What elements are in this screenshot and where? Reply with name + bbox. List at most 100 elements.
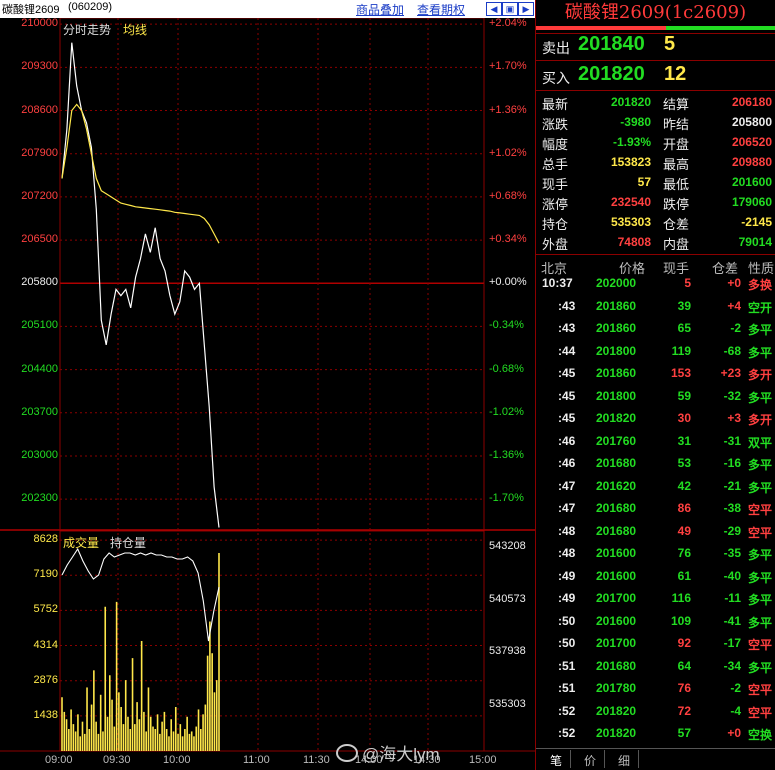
time-tick-label: 11:30 xyxy=(303,754,330,766)
oi-tick-label: 537938 xyxy=(489,645,526,658)
tick-row[interactable]: 10:37 202000 5 +0 多换 xyxy=(536,276,775,298)
tick-price: 201600 xyxy=(596,546,637,560)
tick-row[interactable]: :50 201700 92 -17 空平 xyxy=(536,636,775,658)
tick-nature: 空平 xyxy=(748,638,773,652)
price-panel-frame xyxy=(59,18,485,531)
oi-tick-label: 535303 xyxy=(489,697,526,710)
tick-row[interactable]: :43 201860 65 -2 多平 xyxy=(536,321,775,343)
tick-row[interactable]: :49 201700 116 -11 多平 xyxy=(536,591,775,613)
tick-row[interactable]: :45 201800 59 -32 多平 xyxy=(536,389,775,411)
tick-volume: 92 xyxy=(677,636,691,650)
percent-tick-label: -1.36% xyxy=(489,448,524,461)
tick-time: :50 xyxy=(558,613,576,628)
quote-label: 外盘 xyxy=(542,237,569,252)
bid-label: 买入 xyxy=(542,70,570,86)
tick-time: :49 xyxy=(558,568,576,583)
volume-tick-label: 7190 xyxy=(33,568,58,581)
tick-nature: 多平 xyxy=(748,548,773,562)
arrow-right-icon[interactable]: ▶ xyxy=(518,2,534,16)
arrow-left-icon[interactable]: ◀ xyxy=(486,2,502,16)
quote-label: 现手 xyxy=(542,177,569,192)
tick-row[interactable]: :48 201680 49 -29 空平 xyxy=(536,524,775,546)
tick-oi-diff: -68 xyxy=(723,343,741,358)
tick-nature: 多开 xyxy=(748,413,773,427)
percent-tick-label: +0.00% xyxy=(489,276,527,289)
tick-nature: 多平 xyxy=(748,345,773,360)
tick-oi-diff: -41 xyxy=(723,613,741,628)
price-tick-label: 205800 xyxy=(21,276,58,289)
quote-panel: 碳酸锂2609(1c2609) 卖出 201840 5 买入 201820 12… xyxy=(536,0,775,770)
tick-row[interactable]: :49 201600 61 -40 多平 xyxy=(536,569,775,591)
tab-prices[interactable]: 价 xyxy=(584,752,596,769)
instrument-code: (060209) xyxy=(68,1,113,13)
tick-oi-diff: +0 xyxy=(727,726,741,740)
quote-value: 153823 xyxy=(610,155,651,169)
quote-value: -2145 xyxy=(741,215,772,229)
quote-label: 总手 xyxy=(542,157,569,172)
tab-trades[interactable]: 笔 xyxy=(550,752,562,769)
th-oi-diff: 仓差 xyxy=(712,261,739,276)
tick-time: :51 xyxy=(558,658,576,673)
tick-nature: 空换 xyxy=(748,728,773,742)
tick-row[interactable]: :46 201680 53 -16 多平 xyxy=(536,456,775,478)
tick-price: 201760 xyxy=(596,433,637,448)
tick-volume: 116 xyxy=(671,591,691,605)
tick-price: 201860 xyxy=(596,298,637,313)
price-tick-label: 208600 xyxy=(21,103,58,116)
tick-row[interactable]: :43 201860 39 +4 空开 xyxy=(536,299,775,321)
oi-tick-label: 540573 xyxy=(489,592,526,605)
tick-price: 201820 xyxy=(596,726,637,740)
percent-tick-label: +0.34% xyxy=(489,233,527,246)
quote-label: 跌停 xyxy=(663,197,690,212)
expand-icon[interactable]: ▣ xyxy=(502,2,518,16)
chart-label-price: 分时走势 xyxy=(63,23,112,37)
quote-label: 持仓 xyxy=(542,217,569,232)
tick-volume: 5 xyxy=(684,276,691,290)
tick-price: 201620 xyxy=(596,478,637,493)
quote-value: 206180 xyxy=(731,95,772,109)
tick-volume: 53 xyxy=(677,456,691,470)
quote-label: 仓差 xyxy=(663,217,690,232)
price-tick-label: 206500 xyxy=(21,233,58,246)
percent-tick-label: +1.70% xyxy=(489,60,527,73)
quote-value: 209880 xyxy=(731,155,772,169)
tab-detail[interactable]: 细 xyxy=(618,752,630,769)
tick-row[interactable]: :45 201860 153 +23 多开 xyxy=(536,366,775,388)
time-tick-label: 15:00 xyxy=(469,754,497,766)
overlay-link[interactable]: 商品叠加 xyxy=(356,1,404,18)
price-tick-label: 209300 xyxy=(21,60,58,73)
tick-row[interactable]: :52 201820 72 -4 空平 xyxy=(536,704,775,726)
price-tick-label: 204400 xyxy=(21,362,58,375)
history-link[interactable]: 查看期权 xyxy=(417,1,465,18)
tick-row[interactable]: :44 201800 119 -68 多平 xyxy=(536,344,775,366)
tick-time: 10:37 xyxy=(542,276,573,290)
tick-volume: 30 xyxy=(677,411,691,425)
percent-tick-label: +1.36% xyxy=(489,103,527,116)
tick-nature: 多平 xyxy=(748,480,773,495)
tick-nature: 多平 xyxy=(748,660,773,675)
th-time: 北京 xyxy=(541,261,568,276)
bid-price: 201820 xyxy=(578,63,645,85)
tick-row[interactable]: :51 201680 64 -34 多平 xyxy=(536,659,775,681)
tick-row[interactable]: :47 201680 86 -38 空平 xyxy=(536,501,775,523)
tick-oi-diff: -31 xyxy=(723,433,741,448)
quote-value: 74808 xyxy=(617,235,651,249)
time-tick-label: 10:00 xyxy=(163,754,191,766)
tick-volume: 39 xyxy=(677,298,691,313)
price-line xyxy=(61,42,220,528)
watermark-text: @海大lym xyxy=(362,745,440,764)
tick-volume: 59 xyxy=(677,388,691,403)
tick-row[interactable]: :47 201620 42 -21 多平 xyxy=(536,479,775,501)
tick-nature: 多平 xyxy=(748,593,773,607)
tick-row[interactable]: :48 201600 76 -35 多平 xyxy=(536,546,775,568)
quote-value: 201600 xyxy=(731,175,772,189)
tick-row[interactable]: :45 201820 30 +3 多开 xyxy=(536,411,775,433)
tick-row[interactable]: :52 201820 57 +0 空换 xyxy=(536,726,775,748)
tick-price: 201820 xyxy=(596,411,637,425)
tick-row[interactable]: :46 201760 31 -31 双平 xyxy=(536,434,775,456)
tick-oi-diff: -32 xyxy=(723,388,741,403)
tick-row[interactable]: :50 201600 109 -41 多平 xyxy=(536,614,775,636)
quote-label: 涨跌 xyxy=(542,117,569,132)
tick-row[interactable]: :51 201780 76 -2 空平 xyxy=(536,681,775,703)
quote-value: 179060 xyxy=(731,195,772,209)
